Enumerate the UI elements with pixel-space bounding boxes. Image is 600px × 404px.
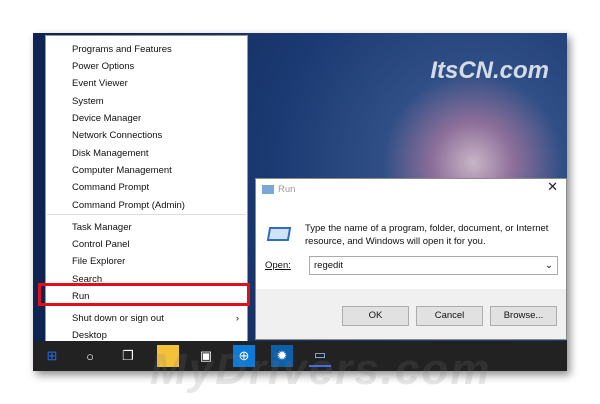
menu-item-file-explorer[interactable]: File Explorer — [72, 253, 125, 270]
watermark-mydrivers: MyDrivers.com — [150, 345, 492, 394]
browse-button[interactable]: Browse... — [490, 306, 557, 326]
chevron-down-icon[interactable]: ⌄ — [545, 257, 553, 274]
search-button[interactable]: ○ — [79, 345, 101, 367]
run-dialog: Run ✕ Type the name of a program, folder… — [255, 178, 567, 340]
menu-item-power-options[interactable]: Power Options — [72, 58, 134, 75]
watermark-itscn: ItsCN.com — [430, 57, 549, 84]
menu-item-system[interactable]: System — [72, 93, 104, 110]
open-combobox[interactable]: regedit ⌄ — [309, 256, 558, 275]
run-dialog-title: Run — [278, 184, 296, 195]
menu-item-network-connections[interactable]: Network Connections — [72, 127, 162, 144]
menu-item-computer-management[interactable]: Computer Management — [72, 162, 172, 179]
ok-button[interactable]: OK — [342, 306, 409, 326]
menu-item-task-manager[interactable]: Task Manager — [72, 219, 132, 236]
open-input[interactable]: regedit — [314, 260, 343, 271]
task-view-button[interactable]: ❐ — [117, 345, 139, 367]
run-description: Type the name of a program, folder, docu… — [305, 223, 549, 247]
menu-item-disk-management[interactable]: Disk Management — [72, 145, 149, 162]
menu-separator — [47, 214, 246, 215]
submenu-arrow-icon: › — [235, 313, 239, 324]
menu-item-command-prompt-admin[interactable]: Command Prompt (Admin) — [72, 197, 185, 214]
menu-item-control-panel[interactable]: Control Panel — [72, 236, 130, 253]
menu-item-device-manager[interactable]: Device Manager — [72, 110, 141, 127]
close-icon[interactable]: ✕ — [547, 179, 558, 195]
open-label: Open: — [265, 260, 291, 271]
run-highlight-box — [38, 283, 250, 306]
run-program-icon — [266, 227, 292, 241]
start-button[interactable]: ⊞ — [41, 345, 63, 367]
cancel-button[interactable]: Cancel — [416, 306, 483, 326]
menu-item-command-prompt[interactable]: Command Prompt — [72, 179, 149, 196]
menu-item-programs-and-features[interactable]: Programs and Features — [72, 41, 172, 58]
menu-item-event-viewer[interactable]: Event Viewer — [72, 75, 128, 92]
menu-item-shut-down-or-sign-out[interactable]: Shut down or sign out — [72, 310, 164, 327]
run-title-icon — [262, 185, 274, 194]
